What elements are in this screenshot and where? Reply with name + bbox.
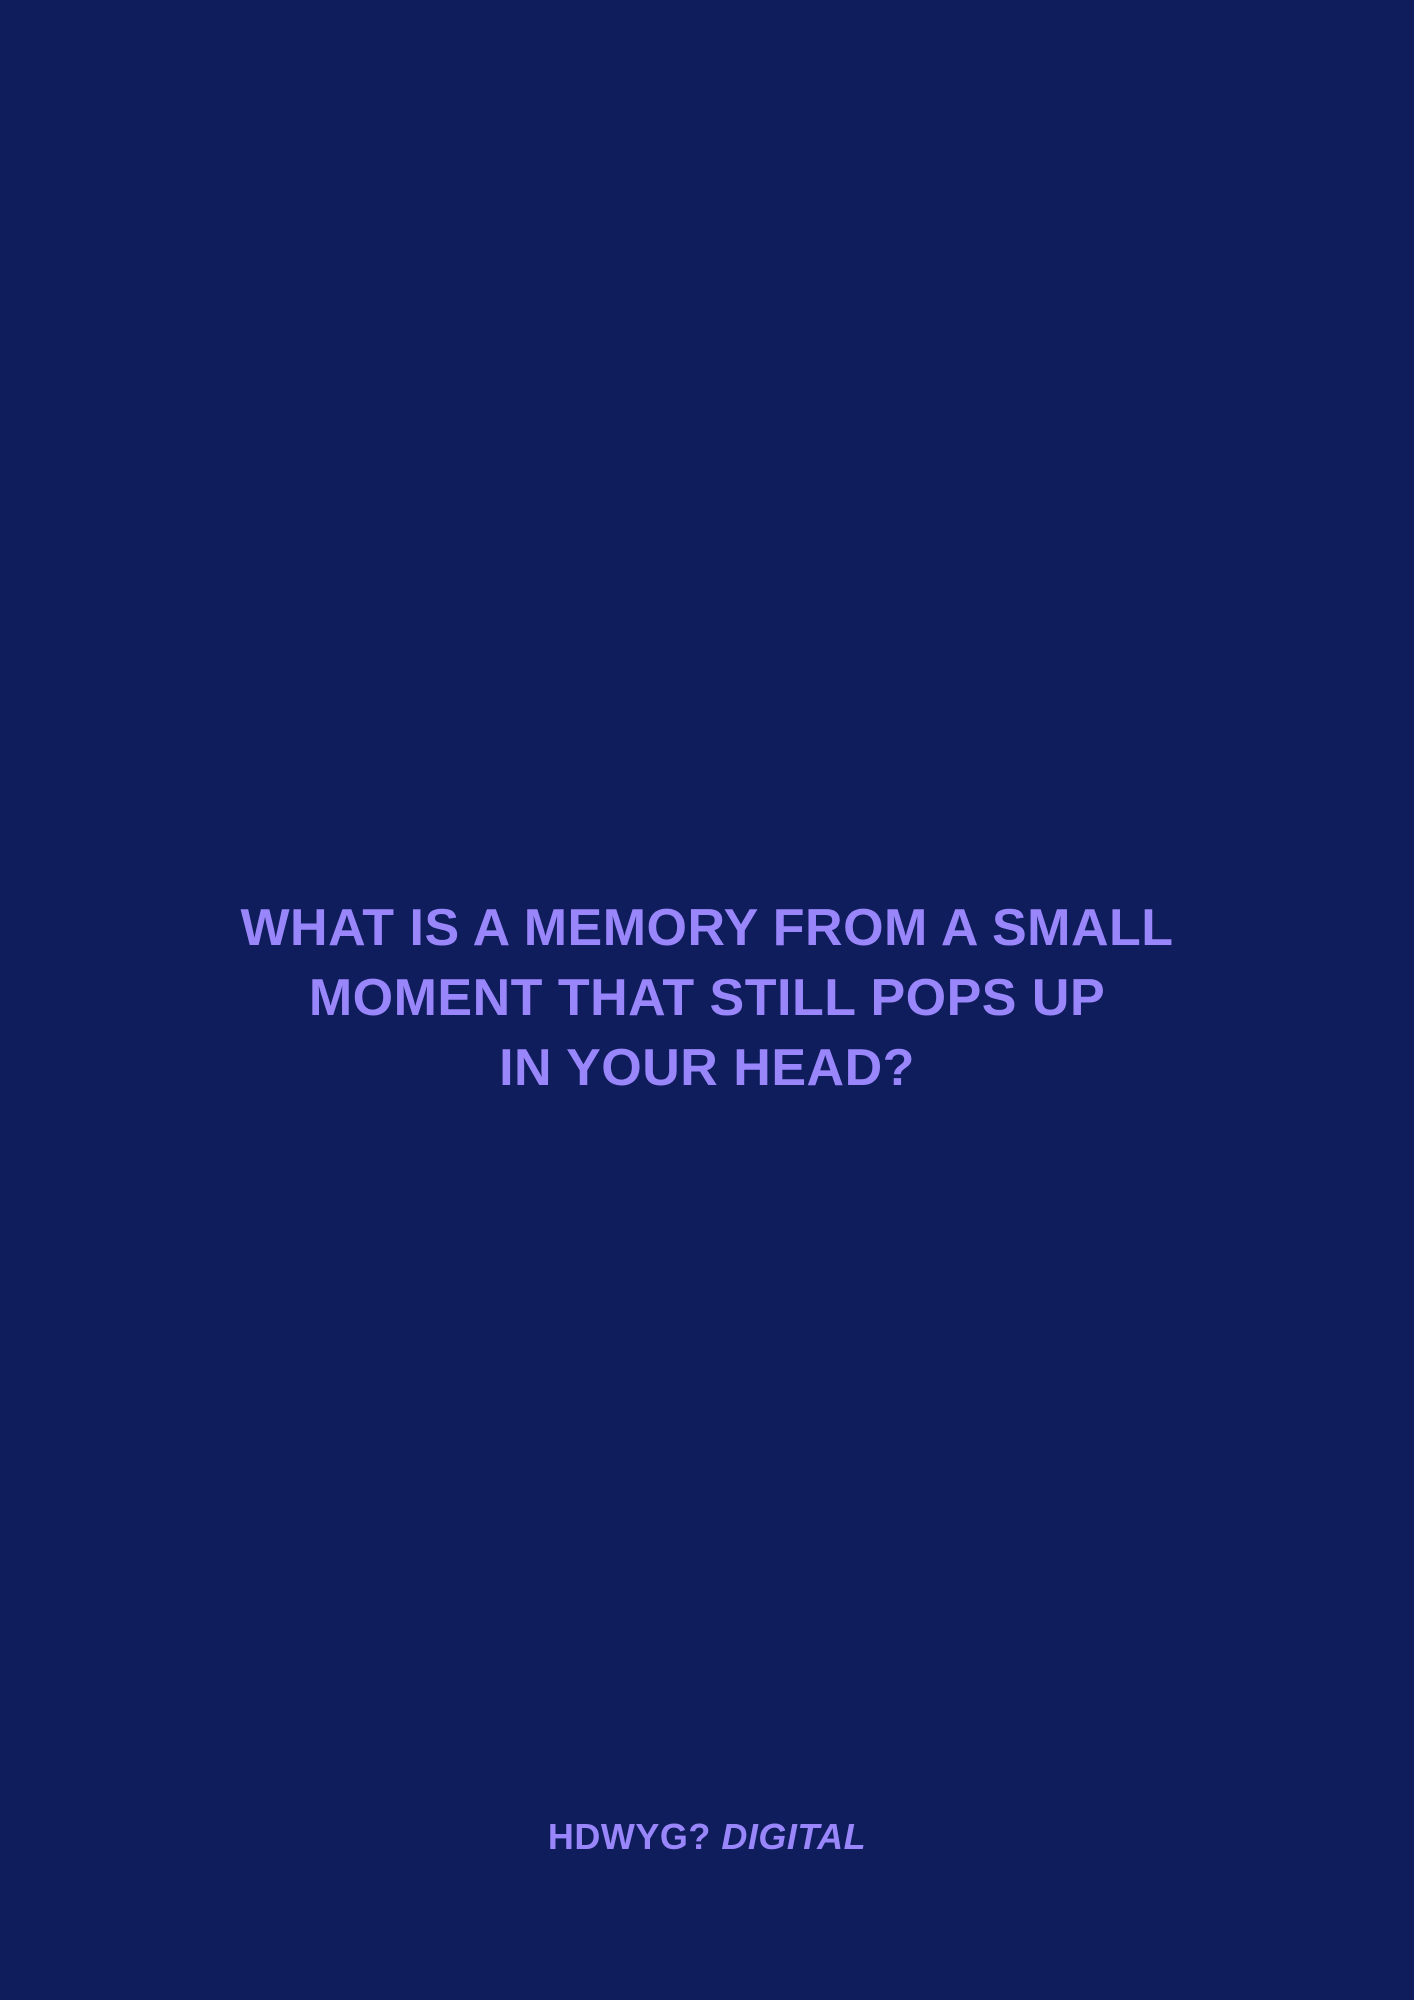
prompt-card: WHAT IS A MEMORY FROM A SMALL MOMENT THA… — [0, 0, 1414, 2000]
brand-suffix: DIGITAL — [721, 1816, 867, 1857]
question-line-3: IN YOUR HEAD? — [499, 1039, 915, 1097]
brand-name: HDWYG? — [547, 1816, 711, 1857]
brand-logo: HDWYG? DIGITAL — [0, 1815, 1414, 1859]
question-line-1: WHAT IS A MEMORY FROM A SMALL — [240, 899, 1174, 957]
question-text: WHAT IS A MEMORY FROM A SMALL MOMENT THA… — [157, 893, 1257, 1103]
question-line-2: MOMENT THAT STILL POPS UP — [308, 969, 1106, 1027]
